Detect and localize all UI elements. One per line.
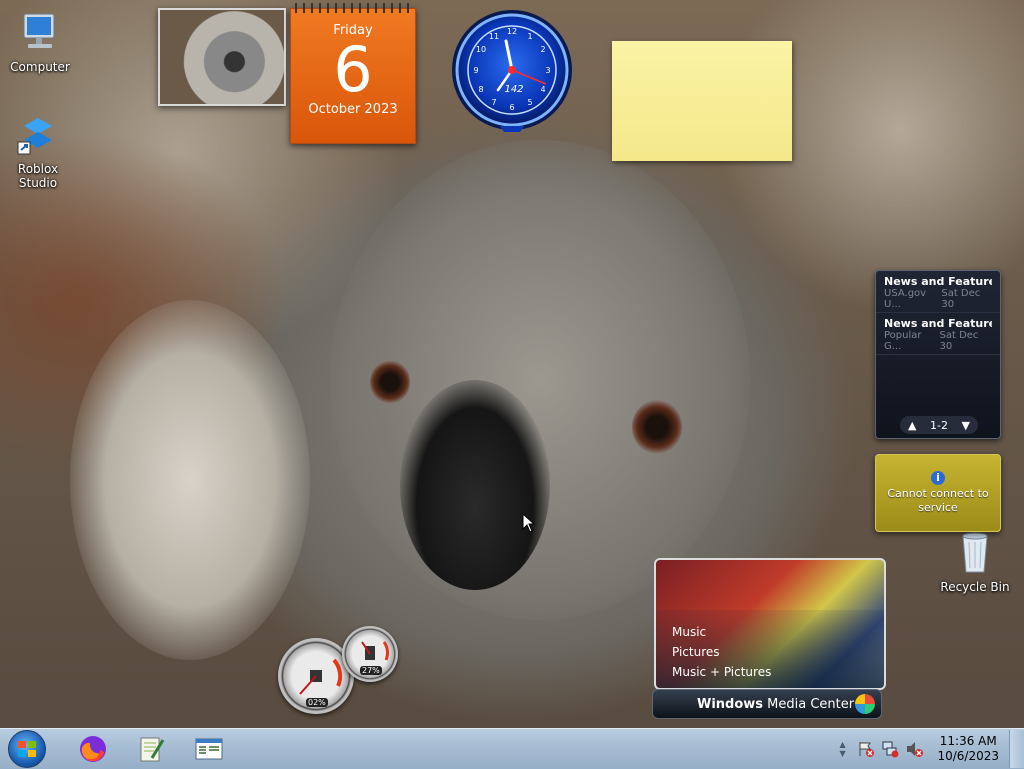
svg-text:5: 5 — [527, 98, 532, 107]
feed-item-date: Sat Dec 30 — [939, 330, 979, 352]
desktop-icon-roblox-studio[interactable]: Roblox Studio — [0, 112, 78, 190]
media-menu-pictures[interactable]: Pictures — [672, 642, 771, 662]
show-desktop-button[interactable] — [1009, 730, 1024, 768]
media-menu: Music Pictures Music + Pictures — [672, 622, 771, 682]
media-center-title: Windows Media Center — [697, 696, 855, 712]
desktop-icon-computer[interactable]: Computer — [0, 10, 80, 74]
info-icon: i — [931, 471, 945, 485]
svg-text:1: 1 — [527, 32, 532, 41]
taskbar-document-viewer[interactable] — [186, 731, 232, 767]
computer-icon — [23, 13, 55, 48]
media-menu-music-pictures[interactable]: Music + Pictures — [672, 662, 771, 682]
firefox-icon — [80, 736, 106, 762]
media-center-launch-bar[interactable]: Windows Media Center — [652, 689, 882, 719]
previous-arrow-icon[interactable]: ▲ — [908, 419, 916, 432]
taskbar-firefox[interactable] — [70, 731, 116, 767]
network-icon[interactable] — [881, 740, 899, 758]
feed-item-title: News and Features f... — [884, 317, 992, 330]
feed-headlines-gadget[interactable]: News and Features f... USA.gov U... Sat D… — [875, 270, 1001, 439]
feed-page-indicator: 1-2 — [930, 418, 948, 432]
feed-item[interactable]: News and Features f... USA.gov U... Sat D… — [876, 271, 1000, 313]
svg-text:7: 7 — [491, 98, 496, 107]
windows-logo-icon — [18, 741, 36, 757]
volume-muted-icon[interactable] — [905, 740, 924, 758]
desktop-icon-label: Recycle Bin — [940, 580, 1010, 594]
windows-logo-icon — [855, 694, 875, 714]
media-tiles: Music Pictures Music + Pictures — [654, 558, 886, 690]
calendar-rings — [295, 3, 411, 13]
svg-text:6: 6 — [509, 103, 514, 112]
feed-pager: ▲ 1-2 ▼ — [900, 416, 978, 434]
document-viewer-icon — [195, 738, 223, 760]
svg-text:4: 4 — [540, 85, 545, 94]
notepad-plus-plus-icon — [140, 737, 165, 762]
cpu-percent: 02% — [306, 698, 328, 707]
calendar-day: 6 — [333, 33, 373, 106]
next-arrow-icon[interactable]: ▼ — [962, 419, 970, 432]
tray-scroll[interactable]: ▲ ▼ — [839, 731, 849, 767]
feed-item-source: Popular G... — [884, 330, 922, 352]
svg-text:8: 8 — [478, 85, 483, 94]
taskbar-clock[interactable]: 11:36 AM 10/6/2023 — [937, 734, 999, 764]
roblox-studio-icon — [17, 118, 52, 155]
svg-text:12: 12 — [507, 27, 517, 36]
svg-text:11: 11 — [489, 32, 499, 41]
ram-dial: 27% — [342, 626, 398, 682]
ram-percent: 27% — [360, 666, 382, 675]
feed-item-title: News and Features f... — [884, 275, 992, 288]
taskbar-notepad-plus-plus[interactable] — [128, 731, 174, 767]
system-tray: ▲ ▼ 11:36 AM 10/6/2023 — [839, 729, 1024, 769]
clock-gadget[interactable]: 12 1 2 3 45 6 7 8 9 10 11 142 — [450, 8, 574, 132]
feed-item-date: Sat Dec 30 — [941, 288, 981, 310]
clock-face: 12 12 3 45 6 7 8 9 1011 142 — [452, 10, 572, 132]
weather-message: Cannot connect to service — [887, 487, 989, 514]
sticky-note-gadget[interactable] — [612, 41, 792, 161]
mouse-cursor-icon — [522, 513, 536, 533]
media-menu-music[interactable]: Music — [672, 622, 771, 642]
calendar-month-year: October 2023 — [308, 102, 398, 117]
slideshow-gadget[interactable] — [158, 8, 286, 106]
media-center-gadget[interactable]: Music Pictures Music + Pictures Windows … — [652, 558, 886, 722]
clock-label: 142 — [504, 84, 523, 95]
svg-text:10: 10 — [476, 45, 486, 54]
calendar-gadget[interactable]: Friday 6 October 2023 — [290, 3, 416, 144]
taskbar-date: 10/6/2023 — [937, 749, 999, 763]
start-button[interactable] — [8, 730, 46, 768]
feed-item[interactable]: News and Features f... Popular G... Sat D… — [876, 313, 1000, 355]
svg-text:3: 3 — [545, 66, 550, 75]
desktop-icon-recycle-bin[interactable]: Recycle Bin — [935, 530, 1015, 594]
scroll-down-icon: ▼ — [839, 749, 846, 758]
svg-text:2: 2 — [540, 45, 545, 54]
action-center-flag-icon[interactable] — [857, 740, 875, 758]
weather-gadget[interactable]: i Cannot connect to service — [875, 454, 1001, 532]
feed-item-source: USA.gov U... — [884, 288, 927, 310]
taskbar-time: 11:36 AM — [939, 734, 997, 748]
desktop-icon-label: Roblox Studio — [17, 162, 59, 190]
recycle-bin-icon — [962, 532, 988, 573]
scroll-up-icon: ▲ — [839, 740, 846, 749]
cpu-meter-gadget[interactable]: 02% 27% — [276, 626, 400, 716]
taskbar: ▲ ▼ 11:36 AM 10/6/2023 — [0, 728, 1024, 769]
svg-text:9: 9 — [473, 66, 478, 75]
desktop-icon-label: Computer — [10, 60, 70, 74]
